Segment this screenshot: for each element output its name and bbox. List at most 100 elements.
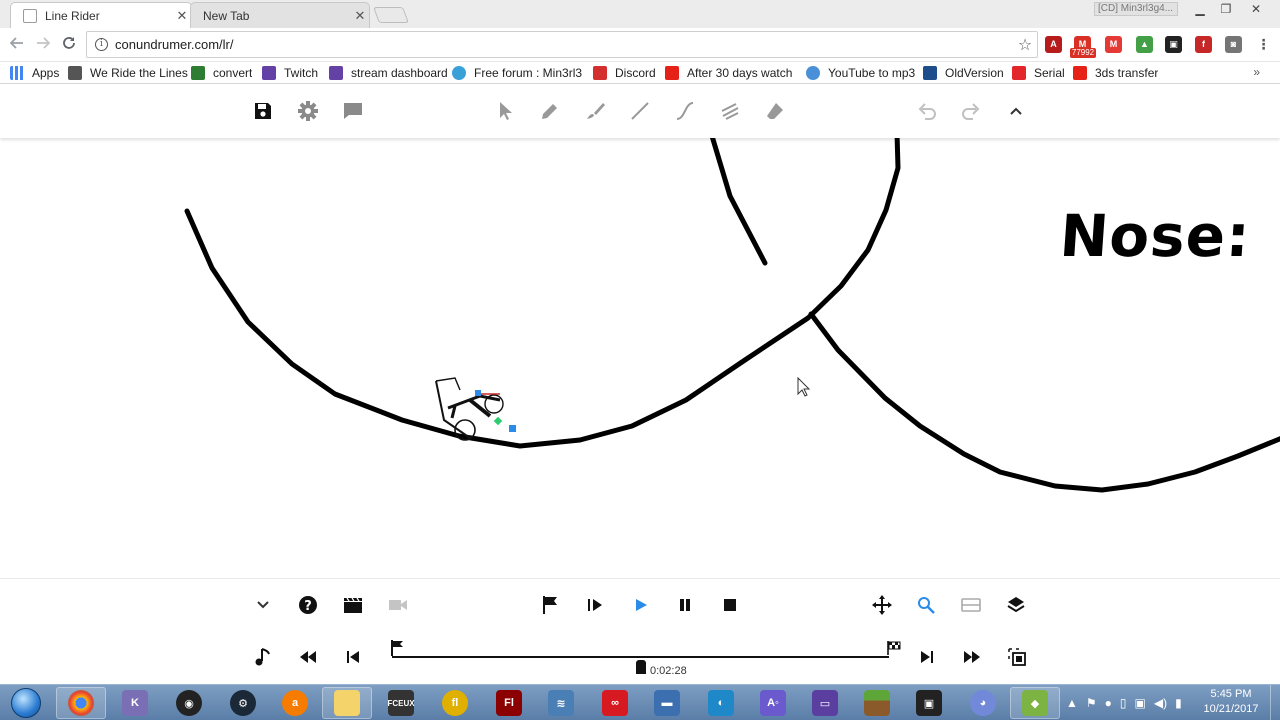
taskbar-flash[interactable]: Fl: [484, 687, 534, 719]
bookmark-stream-dashboard[interactable]: stream dashboard: [329, 64, 448, 82]
help-button[interactable]: ?: [296, 593, 320, 617]
curve-tool[interactable]: [673, 99, 697, 123]
tab-line-rider[interactable]: Line Rider ✕: [10, 2, 192, 28]
bookmark-oldversion[interactable]: OldVersion: [923, 64, 1004, 82]
taskbar-obs[interactable]: ◉: [164, 687, 214, 719]
reload-button[interactable]: [58, 34, 80, 56]
taskbar-avast[interactable]: a: [270, 687, 320, 719]
stop-button[interactable]: [718, 593, 742, 617]
tab-new-tab[interactable]: New Tab ✕: [190, 2, 370, 28]
select-tool[interactable]: [493, 99, 517, 123]
taskbar-fceux[interactable]: FCEUX: [376, 687, 426, 719]
redo-button[interactable]: [959, 99, 983, 123]
collapse-toolbar-button[interactable]: [1004, 99, 1028, 123]
bookmark-we-ride-the-lines[interactable]: We Ride the Lines: [68, 64, 188, 82]
timeline-track[interactable]: [392, 656, 889, 658]
bookmark-3ds-transfer[interactable]: 3ds transfer: [1073, 64, 1158, 82]
bookmark-free-forum[interactable]: Free forum : Min3rl3g: [452, 64, 582, 82]
viewport-button[interactable]: [959, 593, 983, 617]
taskbar-app-dolphin[interactable]: ≋: [536, 687, 586, 719]
address-bar[interactable]: i conundrumer.com/lr/ ☆: [86, 31, 1038, 58]
fast-forward-button[interactable]: [960, 645, 984, 669]
drive-extension-icon[interactable]: ▲: [1136, 36, 1153, 53]
timeline-playhead[interactable]: [636, 660, 646, 674]
bookmark-apps[interactable]: Apps: [10, 64, 59, 82]
back-button[interactable]: [6, 34, 28, 56]
network-icon[interactable]: ▣: [1135, 696, 1146, 710]
pause-button[interactable]: [673, 593, 697, 617]
save-button[interactable]: [251, 99, 275, 123]
taskbar-k-app[interactable]: K: [110, 687, 160, 719]
start-button[interactable]: [2, 685, 50, 720]
show-desktop-button[interactable]: [1270, 685, 1280, 720]
bookmark-youtube-to-mp3[interactable]: YouTube to mp3: [806, 64, 915, 82]
taskbar-creative-cloud[interactable]: ∞: [590, 687, 640, 719]
screenshot-extension-icon[interactable]: ◙: [1225, 36, 1242, 53]
bookmark-discord[interactable]: Discord: [593, 64, 656, 82]
chat-button[interactable]: [341, 99, 365, 123]
play-button[interactable]: [629, 593, 653, 617]
taskbar-fl-studio[interactable]: fl: [430, 687, 480, 719]
skip-to-end-button[interactable]: [915, 645, 939, 669]
power-icon[interactable]: ▯: [1120, 696, 1127, 710]
rewind-button[interactable]: [296, 645, 320, 669]
taskbar-media-app[interactable]: ▣: [904, 687, 954, 719]
site-info-icon[interactable]: i: [95, 38, 108, 51]
record-video-button[interactable]: [341, 593, 365, 617]
bookmark-twitch[interactable]: Twitch: [262, 64, 318, 82]
action-center-flag-icon[interactable]: ⚑: [1086, 696, 1097, 710]
flag-button[interactable]: [538, 593, 562, 617]
layers-button[interactable]: [1004, 593, 1028, 617]
bookmark-convert[interactable]: convert: [191, 64, 252, 82]
pan-button[interactable]: [870, 593, 894, 617]
flash-extension-icon[interactable]: f: [1195, 36, 1212, 53]
avast-tray-icon[interactable]: ●: [1105, 696, 1112, 710]
volume-icon[interactable]: ◀): [1154, 696, 1167, 710]
taskbar-discord[interactable]: ◕: [958, 687, 1008, 719]
forward-button[interactable]: [32, 34, 54, 56]
camera-button[interactable]: [386, 593, 410, 617]
close-tab-icon[interactable]: ✕: [351, 8, 369, 24]
pdf-extension-icon[interactable]: A: [1045, 36, 1062, 53]
loop-button[interactable]: [1005, 645, 1029, 669]
undo-button[interactable]: [915, 99, 939, 123]
multi-line-tool[interactable]: [718, 99, 742, 123]
bookmark-after-30-days[interactable]: After 30 days watch t: [665, 64, 793, 82]
taskbar-gba-emulator[interactable]: ▭: [800, 687, 850, 719]
taskbar-game-app[interactable]: ▬: [642, 687, 692, 719]
taskbar-chrome[interactable]: [56, 687, 106, 719]
settings-button[interactable]: [296, 99, 320, 123]
taskbar-steam[interactable]: ⚙: [218, 687, 268, 719]
taskbar-clock[interactable]: 5:45 PM 10/21/2017: [1196, 687, 1266, 717]
show-hidden-icons-icon[interactable]: ▲: [1066, 696, 1078, 710]
more-bookmarks-icon[interactable]: »: [1253, 65, 1260, 79]
taskbar-minecraft[interactable]: [852, 687, 902, 719]
track-canvas[interactable]: Nose:: [0, 138, 1280, 578]
music-button[interactable]: [251, 645, 275, 669]
taskbar-emulator[interactable]: A◦: [748, 687, 798, 719]
mail-extension-icon[interactable]: M: [1105, 36, 1122, 53]
pencil-tool[interactable]: [538, 99, 562, 123]
minimize-button[interactable]: ▁: [1186, 0, 1214, 18]
signal-icon[interactable]: ▮: [1175, 696, 1182, 710]
taskbar-line-rider[interactable]: ◆: [1010, 687, 1060, 719]
new-tab-button[interactable]: [373, 7, 409, 23]
skip-to-start-button[interactable]: [341, 645, 365, 669]
tampermonkey-icon[interactable]: ▣: [1165, 36, 1182, 53]
eraser-tool[interactable]: [763, 99, 787, 123]
close-tab-icon[interactable]: ✕: [173, 8, 191, 24]
taskbar-explorer[interactable]: [322, 687, 372, 719]
restore-button[interactable]: ❐: [1212, 0, 1240, 18]
line-tool[interactable]: [628, 99, 652, 123]
brush-tool[interactable]: [583, 99, 607, 123]
taskbar-audio-app[interactable]: ◐: [696, 687, 746, 719]
bookmarks-bar: Apps We Ride the Lines convert Twitch st…: [0, 62, 1280, 84]
apps-grid-icon: [10, 66, 24, 80]
close-window-button[interactable]: ✕: [1242, 0, 1270, 18]
zoom-button[interactable]: [914, 593, 938, 617]
step-forward-button[interactable]: [583, 593, 607, 617]
bookmark-star-icon[interactable]: ☆: [1013, 35, 1037, 55]
menu-icon[interactable]: ⋮: [1255, 36, 1272, 53]
bookmark-serial[interactable]: Serial: [1012, 64, 1065, 82]
collapse-bottom-button[interactable]: [251, 593, 275, 617]
